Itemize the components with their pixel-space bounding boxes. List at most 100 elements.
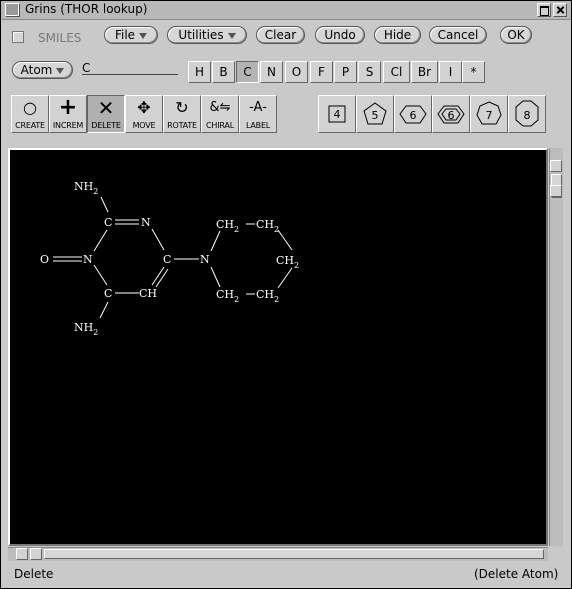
element-button-b[interactable]: B (212, 61, 235, 83)
ring-4-button[interactable]: 4 (318, 95, 356, 133)
ring-6-button[interactable]: 6 (394, 95, 432, 133)
ring-7-button[interactable]: 7 (470, 95, 508, 133)
tool-create[interactable]: ○ CREATE (11, 95, 49, 133)
octagon-ring-icon: 8 (515, 100, 539, 127)
atom-label[interactable]: CH2 (276, 254, 299, 270)
ok-button[interactable]: OK (500, 26, 532, 44)
scroll-down-icon[interactable] (550, 185, 562, 197)
chevron-down-icon (139, 32, 148, 39)
tool-delete-label: DELETE (91, 121, 121, 130)
bond[interactable] (93, 229, 108, 252)
tool-rotate[interactable]: ↻ ROTATE (163, 95, 201, 133)
x-icon: ✕ (97, 96, 115, 120)
tool-chiral[interactable]: &⇋ CHIRAL (201, 95, 239, 133)
bond[interactable] (277, 229, 293, 251)
window-menu-icon[interactable] (5, 3, 19, 16)
pentagon-ring-icon: 5 (363, 102, 387, 125)
tool-chiral-label: CHIRAL (206, 121, 234, 130)
bond[interactable] (151, 266, 165, 286)
chevron-down-icon (56, 67, 65, 74)
utilities-menu-label: Utilities (178, 28, 224, 42)
cancel-button[interactable]: Cancel (429, 26, 487, 44)
chiral-icon: &⇋ (209, 100, 231, 115)
tool-create-label: CREATE (15, 121, 45, 130)
undo-button[interactable]: Undo (315, 26, 365, 44)
status-mode: Delete (14, 567, 54, 581)
move-arrows-icon: ✥ (137, 98, 151, 117)
atom-label[interactable]: CH2 (256, 288, 279, 304)
atom-label[interactable]: C (104, 216, 112, 229)
ring-8-button[interactable]: 8 (508, 95, 546, 133)
element-button-cl[interactable]: Cl (383, 61, 410, 83)
element-button-i[interactable]: I (439, 61, 462, 83)
file-menu-button[interactable]: File (104, 26, 158, 44)
atom-label[interactable]: CH2 (216, 288, 239, 304)
bond[interactable] (155, 268, 169, 288)
ring-7-label: 7 (486, 109, 493, 122)
element-button-s[interactable]: S (358, 61, 381, 83)
atom-label[interactable]: NH2 (74, 321, 98, 337)
atom-label[interactable]: N (200, 253, 210, 266)
bond[interactable] (210, 230, 221, 252)
bond[interactable] (210, 266, 221, 288)
element-button-p[interactable]: P (334, 61, 357, 83)
window-title: Grins (THOR lookup) (25, 2, 148, 16)
atom-label[interactable]: NH2 (74, 180, 98, 196)
molecule-canvas[interactable]: NH2 C N O N C C CH NH2 N CH2 CH2 CH2 CH2… (8, 148, 548, 546)
bond[interactable] (93, 264, 108, 286)
label-icon: -A- (249, 100, 267, 115)
status-hint: (Delete Atom) (474, 567, 559, 581)
horizontal-scrollbar[interactable] (8, 547, 548, 561)
scroll-left-icon[interactable] (16, 548, 28, 560)
scroll-up-icon[interactable] (550, 160, 562, 172)
ring-8-label: 8 (524, 109, 531, 122)
ring-6-aromatic-button[interactable]: 6 (432, 95, 470, 133)
element-button-o[interactable]: O (285, 61, 308, 83)
smiles-checkbox[interactable] (12, 31, 24, 43)
vertical-scrollbar[interactable] (549, 148, 563, 546)
file-menu-label: File (114, 28, 136, 42)
element-button-h[interactable]: H (188, 61, 211, 83)
element-button-c[interactable]: C (236, 61, 259, 83)
tool-rotate-label: ROTATE (167, 121, 197, 130)
ring-5-button[interactable]: 5 (356, 95, 394, 133)
hexagon-ring-icon: 6 (399, 105, 427, 124)
element-button-wildcard[interactable]: * (462, 61, 485, 83)
tool-label-label: LABEL (245, 121, 271, 130)
atom-symbol-field[interactable]: C (82, 61, 178, 75)
tool-label[interactable]: -A- LABEL (239, 95, 277, 133)
circle-icon: ○ (23, 98, 37, 117)
rotate-icon: ↻ (175, 98, 189, 117)
atom-label[interactable]: C (104, 287, 112, 300)
atom-label[interactable]: CH (139, 287, 157, 300)
clear-button[interactable]: Clear (256, 26, 305, 44)
element-button-f[interactable]: F (310, 61, 333, 83)
atom-label[interactable]: N (83, 253, 93, 266)
horizontal-scroll-thumb[interactable] (44, 549, 544, 559)
bond[interactable] (151, 228, 165, 251)
atom-label[interactable]: CH2 (256, 218, 279, 234)
element-button-n[interactable]: N (260, 61, 283, 83)
close-icon[interactable] (553, 3, 567, 17)
atom-mode-menu[interactable]: Atom (12, 61, 73, 79)
bond[interactable] (99, 301, 109, 319)
tool-delete[interactable]: ✕ DELETE (87, 95, 125, 133)
atom-label[interactable]: N (141, 216, 151, 229)
square-ring-icon: 4 (328, 105, 346, 123)
bond[interactable] (100, 196, 109, 213)
element-button-br[interactable]: Br (411, 61, 438, 83)
atom-label[interactable]: O (40, 253, 49, 266)
ring-4-label: 4 (334, 108, 341, 121)
hide-button[interactable]: Hide (374, 26, 421, 44)
tool-increm-label: INCREM (52, 121, 84, 130)
bond[interactable] (277, 267, 293, 289)
chevron-down-icon (227, 32, 236, 39)
ring-6-label: 6 (410, 109, 417, 122)
scroll-right-icon[interactable] (30, 548, 42, 560)
tool-increm[interactable]: + INCREM (49, 95, 87, 133)
utilities-menu-button[interactable]: Utilities (167, 26, 247, 44)
maximize-icon[interactable] (537, 3, 551, 17)
molecule-drawing[interactable]: NH2 C N O N C C CH NH2 N CH2 CH2 CH2 CH2… (10, 150, 546, 544)
atom-label[interactable]: C (163, 253, 171, 266)
tool-move[interactable]: ✥ MOVE (125, 95, 163, 133)
